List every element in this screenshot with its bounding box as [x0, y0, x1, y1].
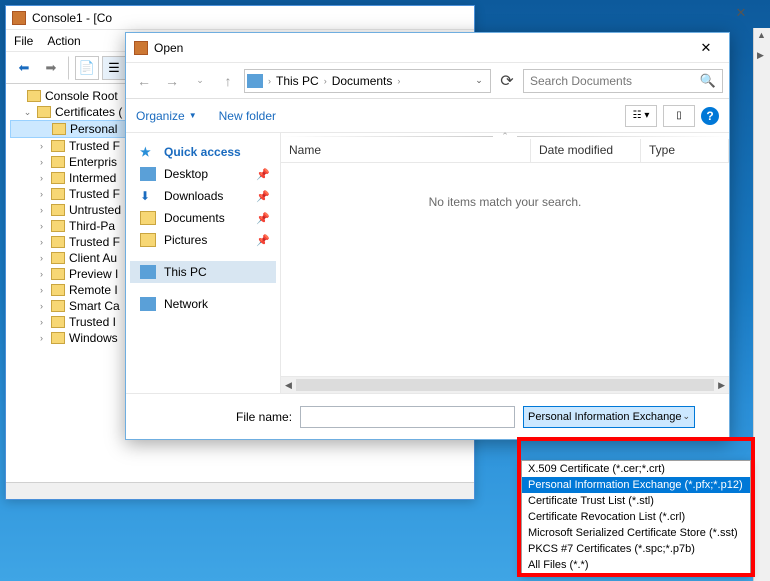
chevron-down-icon: ▼: [189, 111, 197, 120]
place-desktop[interactable]: Desktop📌: [130, 163, 276, 185]
pin-icon: 📌: [256, 190, 270, 203]
toolbar-separator: [68, 56, 70, 80]
crumb-thispc[interactable]: This PC: [276, 74, 319, 88]
col-name[interactable]: Name: [281, 139, 531, 162]
nav-forward-icon[interactable]: →: [160, 69, 184, 93]
filetype-option[interactable]: X.509 Certificate (*.cer;*.crt): [522, 461, 750, 477]
properties-button[interactable]: ☰: [102, 56, 126, 80]
nav-history-icon[interactable]: ⌄: [188, 69, 212, 93]
open-dialog-icon: [134, 41, 148, 55]
documents-icon: [140, 211, 156, 225]
crumb-documents[interactable]: Documents: [332, 74, 393, 88]
refresh-button[interactable]: ⟳: [495, 71, 519, 91]
address-bar[interactable]: › This PC › Documents › ⌄: [244, 69, 491, 93]
filetype-option[interactable]: All Files (*.*): [522, 557, 750, 573]
empty-message: No items match your search.: [281, 163, 729, 376]
column-headers[interactable]: Name Date modified Type: [281, 139, 729, 163]
open-navbar: ← → ⌄ ↑ › This PC › Documents › ⌄ ⟳ Sear…: [126, 63, 729, 99]
forward-button[interactable]: ➡: [39, 56, 63, 80]
close-button[interactable]: ✕: [691, 37, 721, 59]
up-button[interactable]: 📄: [75, 56, 99, 80]
filetype-selected: Personal Information Exchange: [528, 411, 681, 423]
filetype-dropdown[interactable]: X.509 Certificate (*.cer;*.crt) Personal…: [521, 460, 751, 574]
view-mode-button[interactable]: ☷ ▾: [625, 105, 657, 127]
open-toolbar: Organize▼ New folder ☷ ▾ ▯ ?: [126, 99, 729, 133]
places-sidebar[interactable]: ★Quick access Desktop📌 ⬇Downloads📌 Docum…: [126, 133, 281, 393]
place-documents[interactable]: Documents📌: [130, 207, 276, 229]
search-input[interactable]: Search Documents 🔍: [523, 69, 723, 93]
desktop-icon: [140, 167, 156, 181]
filetype-option[interactable]: PKCS #7 Certificates (*.spc;*.p7b): [522, 541, 750, 557]
menu-file[interactable]: File: [14, 34, 33, 48]
open-title-text: Open: [154, 41, 183, 55]
filename-input[interactable]: [300, 406, 515, 428]
organize-button[interactable]: Organize▼: [136, 109, 197, 123]
filetype-option[interactable]: Microsoft Serialized Certificate Store (…: [522, 525, 750, 541]
preview-pane-button[interactable]: ▯: [663, 105, 695, 127]
col-type[interactable]: Type: [641, 139, 729, 162]
help-button[interactable]: ?: [701, 107, 719, 125]
mmc-horizontal-scrollbar[interactable]: [6, 482, 474, 499]
chevron-right-icon: ›: [321, 76, 330, 86]
filelist-horizontal-scrollbar[interactable]: [281, 376, 729, 393]
taskview-scrollbar[interactable]: [753, 28, 770, 581]
chevron-down-icon: ⌄: [682, 411, 690, 422]
quick-access[interactable]: ★Quick access: [130, 141, 276, 163]
filetype-option[interactable]: Certificate Revocation List (*.crl): [522, 509, 750, 525]
open-footer: File name: Personal Information Exchange…: [126, 393, 729, 439]
thispc-icon: [140, 265, 156, 279]
filetype-option[interactable]: Certificate Trust List (*.stl): [522, 493, 750, 509]
filename-label: File name:: [236, 410, 292, 424]
open-dialog: Open ✕ ← → ⌄ ↑ › This PC › Documents › ⌄…: [125, 32, 730, 440]
pin-icon: 📌: [256, 212, 270, 225]
place-thispc[interactable]: This PC: [130, 261, 276, 283]
chevron-right-icon: ›: [265, 76, 274, 86]
search-placeholder: Search Documents: [530, 74, 632, 88]
col-date[interactable]: Date modified: [531, 139, 641, 162]
file-list[interactable]: ⌃ Name Date modified Type No items match…: [281, 133, 729, 393]
back-button[interactable]: ⬅: [12, 56, 36, 80]
taskview-close-icon[interactable]: ✕: [732, 5, 750, 23]
newfolder-button[interactable]: New folder: [219, 109, 276, 123]
open-titlebar[interactable]: Open ✕: [126, 33, 729, 63]
filetype-option-selected[interactable]: Personal Information Exchange (*.pfx;*.p…: [522, 477, 750, 493]
filetype-combo[interactable]: Personal Information Exchange ⌄: [523, 406, 695, 428]
nav-back-icon[interactable]: ←: [132, 69, 156, 93]
network-icon: [140, 297, 156, 311]
column-resize-handle: ⌃: [281, 133, 729, 139]
search-icon[interactable]: 🔍: [700, 73, 716, 89]
chevron-right-icon: ›: [394, 76, 403, 86]
nav-up-icon[interactable]: ↑: [216, 69, 240, 93]
pin-icon: 📌: [256, 168, 270, 181]
place-pictures[interactable]: Pictures📌: [130, 229, 276, 251]
pictures-icon: [140, 233, 156, 247]
downloads-icon: ⬇: [140, 189, 156, 203]
mmc-titlebar[interactable]: Console1 - [Co: [6, 6, 474, 30]
address-dropdown-icon[interactable]: ⌄: [470, 75, 488, 86]
mmc-app-icon: [12, 11, 26, 25]
place-network[interactable]: Network: [130, 293, 276, 315]
pin-icon: 📌: [256, 234, 270, 247]
star-icon: ★: [140, 145, 156, 159]
place-downloads[interactable]: ⬇Downloads📌: [130, 185, 276, 207]
menu-action[interactable]: Action: [47, 34, 80, 48]
thispc-icon: [247, 74, 263, 88]
mmc-title: Console1 - [Co: [32, 11, 112, 25]
